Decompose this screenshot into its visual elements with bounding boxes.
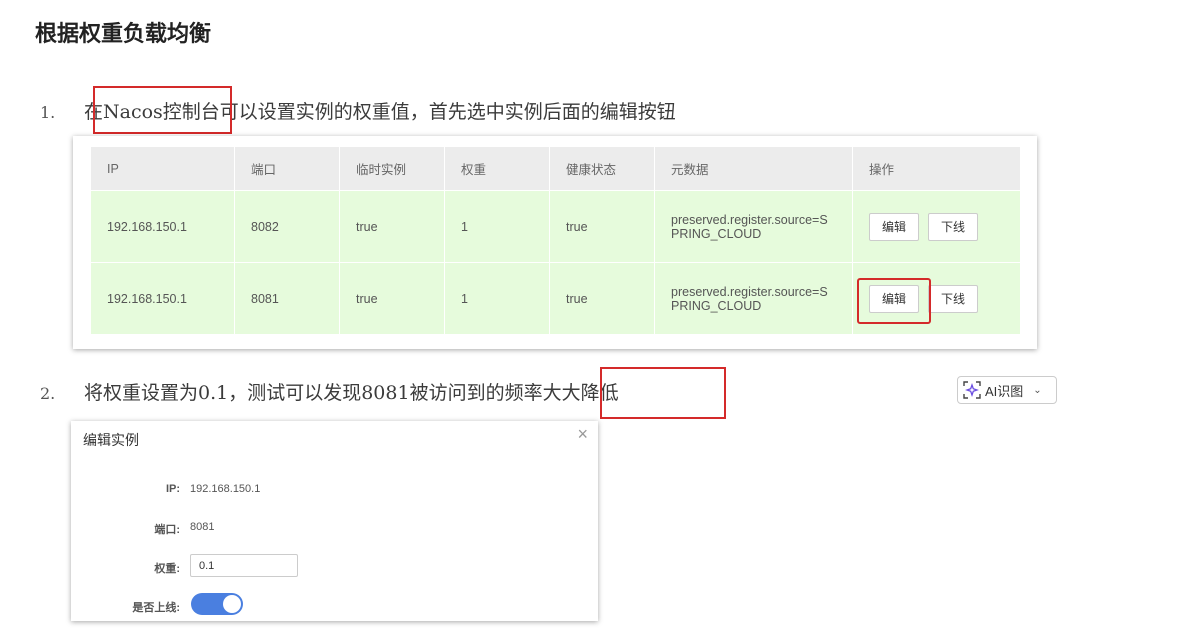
cell-ip: 192.168.150.1: [91, 190, 235, 263]
page-heading: 根据权重负载均衡: [35, 22, 212, 47]
cell-health: true: [549, 262, 655, 334]
offline-button[interactable]: 下线: [928, 284, 979, 313]
close-icon[interactable]: ×: [577, 424, 588, 445]
cell-health: true: [549, 190, 655, 263]
cell-weight: 1: [444, 262, 550, 334]
chevron-down-icon: ⌄: [1033, 384, 1042, 396]
port-value: 8081: [190, 521, 215, 533]
header-metadata: 元数据: [654, 147, 853, 191]
weight-input[interactable]: 0.1: [190, 554, 298, 577]
offline-button[interactable]: 下线: [928, 212, 979, 241]
header-weight: 权重: [444, 147, 550, 191]
metadata-line: preserved.register.source=S: [671, 284, 828, 299]
ai-image-recognition-button[interactable]: AI识图 ⌄: [957, 376, 1057, 404]
cell-metadata: preserved.register.source=S PRING_CLOUD: [654, 262, 853, 334]
edit-button[interactable]: 编辑: [869, 212, 920, 241]
metadata-line: preserved.register.source=S: [671, 212, 828, 227]
step-text: 将权重设置为0.1，测试可以发现8081被访问到的频率大大降低: [84, 382, 619, 404]
sparkle-scan-icon: [963, 381, 981, 399]
cell-ephemeral: true: [339, 190, 445, 263]
edit-instance-dialog-screenshot: 编辑实例 × IP: 192.168.150.1 端口: 8081 权重: 0.…: [71, 421, 598, 621]
cell-port: 8082: [234, 190, 340, 263]
header-ip: IP: [91, 147, 235, 191]
cell-actions: 编辑 下线: [852, 190, 1021, 263]
header-ephemeral: 临时实例: [339, 147, 445, 191]
metadata-line: PRING_CLOUD: [671, 298, 762, 313]
online-toggle[interactable]: [191, 593, 243, 615]
ai-button-label: AI识图: [985, 383, 1024, 399]
cell-ip: 192.168.150.1: [91, 262, 235, 334]
step-number: 1.: [40, 103, 56, 122]
header-health: 健康状态: [549, 147, 655, 191]
header-actions: 操作: [852, 147, 1021, 191]
ip-value: 192.168.150.1: [190, 483, 261, 495]
step-2: 2. 将权重设置为0.1，测试可以发现8081被访问到的频率大大降低: [40, 378, 619, 405]
highlight-box-edit-button: [857, 278, 931, 324]
table-row: 192.168.150.1 8082 true 1 true preserved…: [91, 190, 1021, 263]
online-label: 是否上线:: [132, 602, 180, 614]
cell-port: 8081: [234, 262, 340, 334]
table-header-row: IP 端口 临时实例 权重 健康状态 元数据 操作: [91, 147, 1021, 191]
highlight-box-frequency: [600, 367, 726, 419]
weight-label: 权重:: [154, 563, 180, 575]
highlight-box-console: [93, 86, 232, 134]
header-port: 端口: [234, 147, 340, 191]
port-label: 端口:: [154, 524, 180, 536]
metadata-line: PRING_CLOUD: [671, 226, 762, 241]
cell-ephemeral: true: [339, 262, 445, 334]
dialog-title: 编辑实例: [83, 432, 139, 448]
step-number: 2.: [40, 384, 56, 403]
cell-metadata: preserved.register.source=S PRING_CLOUD: [654, 190, 853, 263]
ip-label: IP:: [165, 483, 180, 495]
cell-weight: 1: [444, 190, 550, 263]
